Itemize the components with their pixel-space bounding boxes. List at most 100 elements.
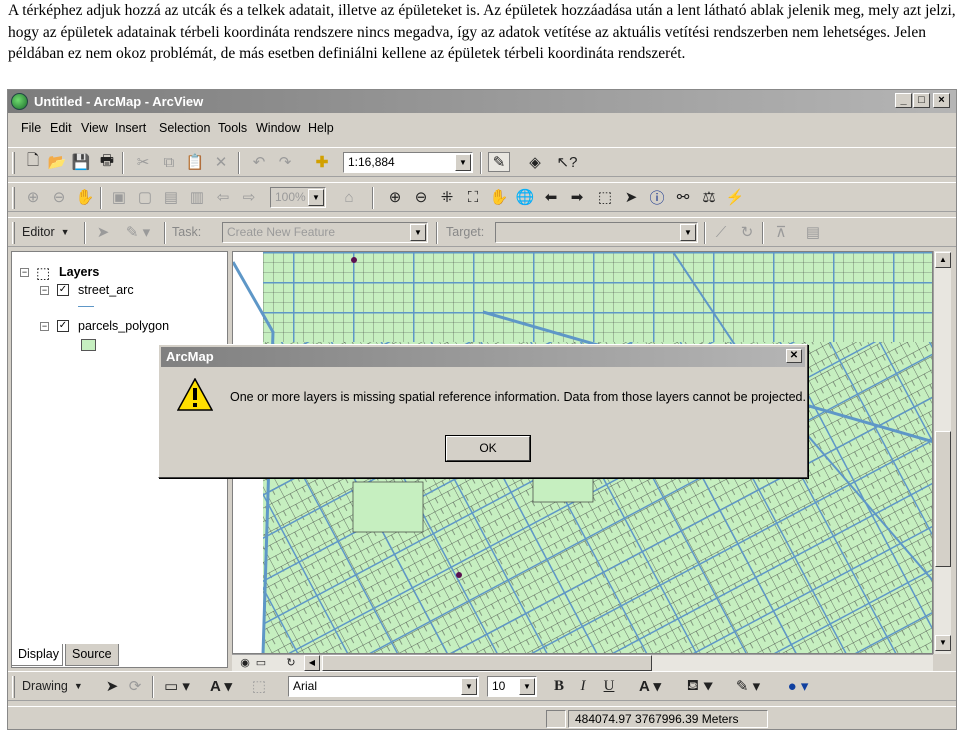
split-tool-icon[interactable]: ⟋ (710, 222, 732, 242)
tab-source[interactable]: Source (65, 644, 119, 666)
edit-vertices-icon[interactable]: ⬚ (248, 676, 270, 696)
collapse-icon[interactable]: − (40, 322, 49, 331)
font-size-combo[interactable]: 10 ▼ (487, 676, 537, 697)
chevron-down-icon[interactable]: ▼ (410, 224, 426, 241)
menu-selection[interactable]: Selection (159, 121, 210, 135)
scroll-up-icon[interactable]: ▲ (935, 252, 951, 268)
chevron-down-icon[interactable]: ▼ (308, 189, 324, 206)
print-icon[interactable]: 🖶 (96, 152, 118, 172)
zoom-in-icon[interactable]: ⊕ (384, 187, 406, 207)
map-vertical-scrollbar[interactable]: ▲ ▼ (933, 251, 951, 654)
minimize-button[interactable]: _ (895, 93, 912, 108)
menu-help[interactable]: Help (308, 121, 334, 135)
paste-icon[interactable]: 📋 (184, 152, 206, 172)
identify-icon[interactable]: ⓘ (646, 187, 668, 207)
select-elements-icon[interactable]: ➤ (101, 676, 123, 696)
new-document-icon[interactable]: 🗋 (22, 152, 44, 172)
chevron-down-icon[interactable]: ▼ (461, 678, 477, 695)
menu-view[interactable]: View (81, 121, 108, 135)
layer-visibility-checkbox[interactable]: ✓ (57, 284, 69, 296)
open-icon[interactable]: 📂 (46, 152, 68, 172)
redo-icon[interactable]: ↷ (274, 152, 296, 172)
parcel-symbol[interactable] (81, 339, 96, 351)
measure-icon[interactable]: ⚖ (698, 187, 720, 207)
pan-icon[interactable]: ✋ (488, 187, 510, 207)
layout-zoom-out-icon[interactable]: ⊖ (48, 187, 70, 207)
tab-display[interactable]: Display (11, 644, 63, 666)
select-features-icon[interactable]: ⬚ (594, 187, 616, 207)
collapse-icon[interactable]: − (40, 286, 49, 295)
go-back-icon[interactable]: ⬅ (540, 187, 562, 207)
chevron-down-icon[interactable]: ▼ (680, 224, 696, 241)
editor-toolbar-icon[interactable]: ✎ (488, 152, 510, 172)
street-symbol[interactable] (78, 306, 94, 307)
save-icon[interactable]: 💾 (70, 152, 92, 172)
scroll-thumb[interactable] (935, 431, 951, 567)
menu-edit[interactable]: Edit (50, 121, 72, 135)
layout-zoom-in-icon[interactable]: ⊕ (22, 187, 44, 207)
menu-insert[interactable]: Insert (115, 121, 146, 135)
line-color-icon[interactable]: ✎ ▾ (730, 676, 766, 696)
ok-button[interactable]: OK (445, 435, 531, 462)
zoom-100-icon[interactable]: ▢ (134, 187, 156, 207)
task-combo[interactable]: Create New Feature ▼ (222, 222, 428, 243)
map-horizontal-scrollbar[interactable]: ◉ ▭ ↻ ◀ (232, 654, 933, 671)
rotate-tool-icon[interactable]: ↻ (736, 222, 758, 242)
italic-button[interactable]: I (572, 676, 594, 696)
text-tool-icon[interactable]: A ▾ (204, 676, 238, 696)
horizontal-scroll-thumb[interactable] (322, 655, 652, 671)
fixed-zoom-out-icon[interactable]: ▥ (186, 187, 208, 207)
maximize-button[interactable]: □ (913, 93, 930, 108)
bold-button[interactable]: B (548, 676, 570, 696)
menu-window[interactable]: Window (256, 121, 300, 135)
menu-file[interactable]: File (21, 121, 41, 135)
underline-button[interactable]: U (598, 676, 620, 696)
layer-street-arc[interactable]: street_arc (78, 283, 134, 297)
select-elements-icon[interactable]: ➤ (620, 187, 642, 207)
chevron-down-icon[interactable]: ▼ (455, 154, 471, 171)
arccatalog-icon[interactable]: ◈ (524, 152, 546, 172)
fixed-zoom-out-map-icon[interactable]: ⛶ (462, 187, 484, 207)
marker-color-icon[interactable]: ● ▾ (780, 676, 816, 696)
sketch-tool-icon[interactable]: ✎ ▾ (118, 222, 158, 242)
snapping-icon[interactable]: ⊼ (770, 222, 792, 242)
cut-icon[interactable]: ✂ (132, 152, 154, 172)
zoom-out-icon[interactable]: ⊖ (410, 187, 432, 207)
previous-extent-icon[interactable]: ⇦ (212, 187, 234, 207)
rotate-element-icon[interactable]: ⟳ (124, 676, 146, 696)
layout-zoom-combo[interactable]: 100% ▼ (270, 187, 326, 208)
fill-color-icon[interactable]: ⛾ ▾ (682, 676, 718, 696)
attributes-icon[interactable]: ▤ (802, 222, 824, 242)
copy-icon[interactable]: ⧉ (158, 152, 180, 172)
fixed-zoom-in-map-icon[interactable]: ⁜ (436, 187, 458, 207)
next-extent-icon[interactable]: ⇨ (238, 187, 260, 207)
fixed-zoom-in-icon[interactable]: ▤ (160, 187, 182, 207)
font-combo[interactable]: Arial ▼ (288, 676, 479, 697)
map-scale-combo[interactable]: 1:16,884 ▼ (343, 152, 473, 173)
data-view-icon[interactable]: ◉ (238, 652, 252, 672)
layout-pan-icon[interactable]: ✋ (74, 187, 96, 207)
layout-view-icon[interactable]: ▭ (254, 652, 268, 672)
hyperlink-icon[interactable]: ⚡ (724, 187, 746, 207)
collapse-icon[interactable]: − (20, 268, 29, 277)
target-combo[interactable]: ▼ (495, 222, 698, 243)
full-extent-globe-icon[interactable]: 🌐 (514, 187, 536, 207)
refresh-icon[interactable]: ↻ (284, 652, 298, 672)
find-binoculars-icon[interactable]: ⚯ (672, 187, 694, 207)
dialog-close-button[interactable]: ✕ (786, 349, 802, 363)
rectangle-tool-icon[interactable]: ▭ ▾ (160, 676, 194, 696)
close-button[interactable]: × (933, 93, 950, 108)
font-color-icon[interactable]: A ▾ (632, 676, 668, 696)
scroll-left-icon[interactable]: ◀ (304, 655, 320, 671)
editor-menu[interactable]: Editor ▼ (22, 222, 78, 242)
chevron-down-icon[interactable]: ▼ (519, 678, 535, 695)
go-forward-icon[interactable]: ➡ (566, 187, 588, 207)
edit-tool-icon[interactable]: ➤ (92, 222, 114, 242)
layers-root-label[interactable]: Layers (59, 265, 99, 279)
layer-parcels-polygon[interactable]: parcels_polygon (78, 319, 169, 333)
delete-icon[interactable]: ✕ (210, 152, 232, 172)
zoom-whole-page-icon[interactable]: ▣ (108, 187, 130, 207)
scroll-down-icon[interactable]: ▼ (935, 635, 951, 651)
whats-this-help-icon[interactable]: ↖? (556, 152, 578, 172)
layer-visibility-checkbox[interactable]: ✓ (57, 320, 69, 332)
